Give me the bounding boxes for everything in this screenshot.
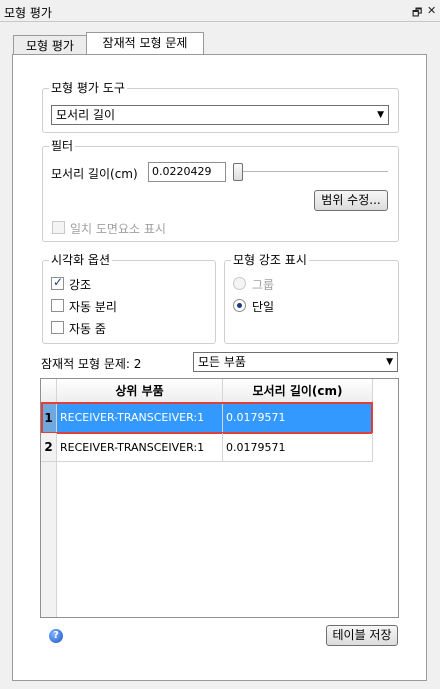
edge-length-label: 모서리 길이(cm) [51, 167, 138, 181]
dropdown-arrow-icon: ▼ [377, 110, 384, 120]
group-radio[interactable] [233, 277, 246, 290]
tab-label: 모형 평가 [26, 39, 74, 53]
coincident-checkbox[interactable] [52, 221, 65, 234]
close-icon[interactable]: ✕ [427, 4, 436, 17]
edge-length-input[interactable]: 0.0220429 [148, 162, 226, 182]
row-header-filler [41, 462, 57, 617]
restore-icon[interactable]: 🗗 [412, 4, 422, 23]
parts-filter-combo[interactable]: 모든 부품 ▼ [193, 352, 398, 372]
tab-label: 잠재적 모형 문제 [102, 36, 188, 50]
edge-length-slider-track[interactable] [238, 171, 388, 173]
save-table-button[interactable]: 테이블 저장 [326, 625, 398, 646]
dropdown-arrow-icon: ▼ [386, 357, 393, 367]
eval-tool-selected: 모서리 길이 [56, 108, 116, 122]
selection-highlight-frame [41, 402, 373, 434]
problems-table: 상위 부품 모서리 길이(cm) 1 RECEIVER-TRANSCEIVER:… [40, 378, 399, 618]
column-header-parent[interactable]: 상위 부품 [57, 379, 223, 403]
coincident-label: 일치 도면요소 표시 [70, 222, 166, 236]
eval-tool-combo[interactable]: 모서리 길이 ▼ [51, 105, 389, 125]
help-icon[interactable]: ? [49, 629, 63, 643]
window-title: 모형 평가 [4, 6, 52, 20]
cell-parent: RECEIVER-TRANSCEIVER:1 [57, 433, 223, 462]
title-bar: 모형 평가 🗗 ✕ [0, 0, 440, 22]
emphasis-label: 모형 강조 표시 [231, 253, 309, 267]
auto-isolate-checkbox[interactable] [51, 299, 64, 312]
edge-length-value: 0.0220429 [152, 165, 212, 178]
group-radio-label: 그룹 [252, 278, 275, 292]
parts-filter-selected: 모든 부품 [198, 355, 246, 369]
auto-isolate-label: 자동 분리 [69, 300, 117, 314]
table-row[interactable]: 2 RECEIVER-TRANSCEIVER:1 0.0179571 [41, 433, 373, 462]
table-corner [41, 379, 57, 403]
column-header-edge[interactable]: 모서리 길이(cm) [223, 379, 373, 403]
single-radio[interactable] [233, 299, 246, 312]
auto-zoom-label: 자동 줌 [69, 322, 106, 336]
visualization-label: 시각화 옵션 [49, 253, 113, 267]
emphasis-group [224, 260, 399, 344]
highlight-checkbox[interactable] [51, 275, 64, 290]
edit-range-button[interactable]: 범위 수정... [314, 190, 388, 211]
cell-edge-length: 0.0179571 [223, 433, 373, 462]
eval-tool-label: 모형 평가 도구 [49, 81, 127, 95]
problems-count-label: 잠재적 모형 문제: 2 [41, 357, 142, 371]
single-radio-label: 단일 [252, 300, 275, 314]
filter-label: 필터 [49, 139, 76, 153]
auto-zoom-checkbox[interactable] [51, 321, 64, 334]
edge-length-slider-thumb[interactable] [233, 163, 243, 181]
highlight-label: 강조 [69, 278, 92, 292]
row-index: 2 [41, 433, 57, 462]
